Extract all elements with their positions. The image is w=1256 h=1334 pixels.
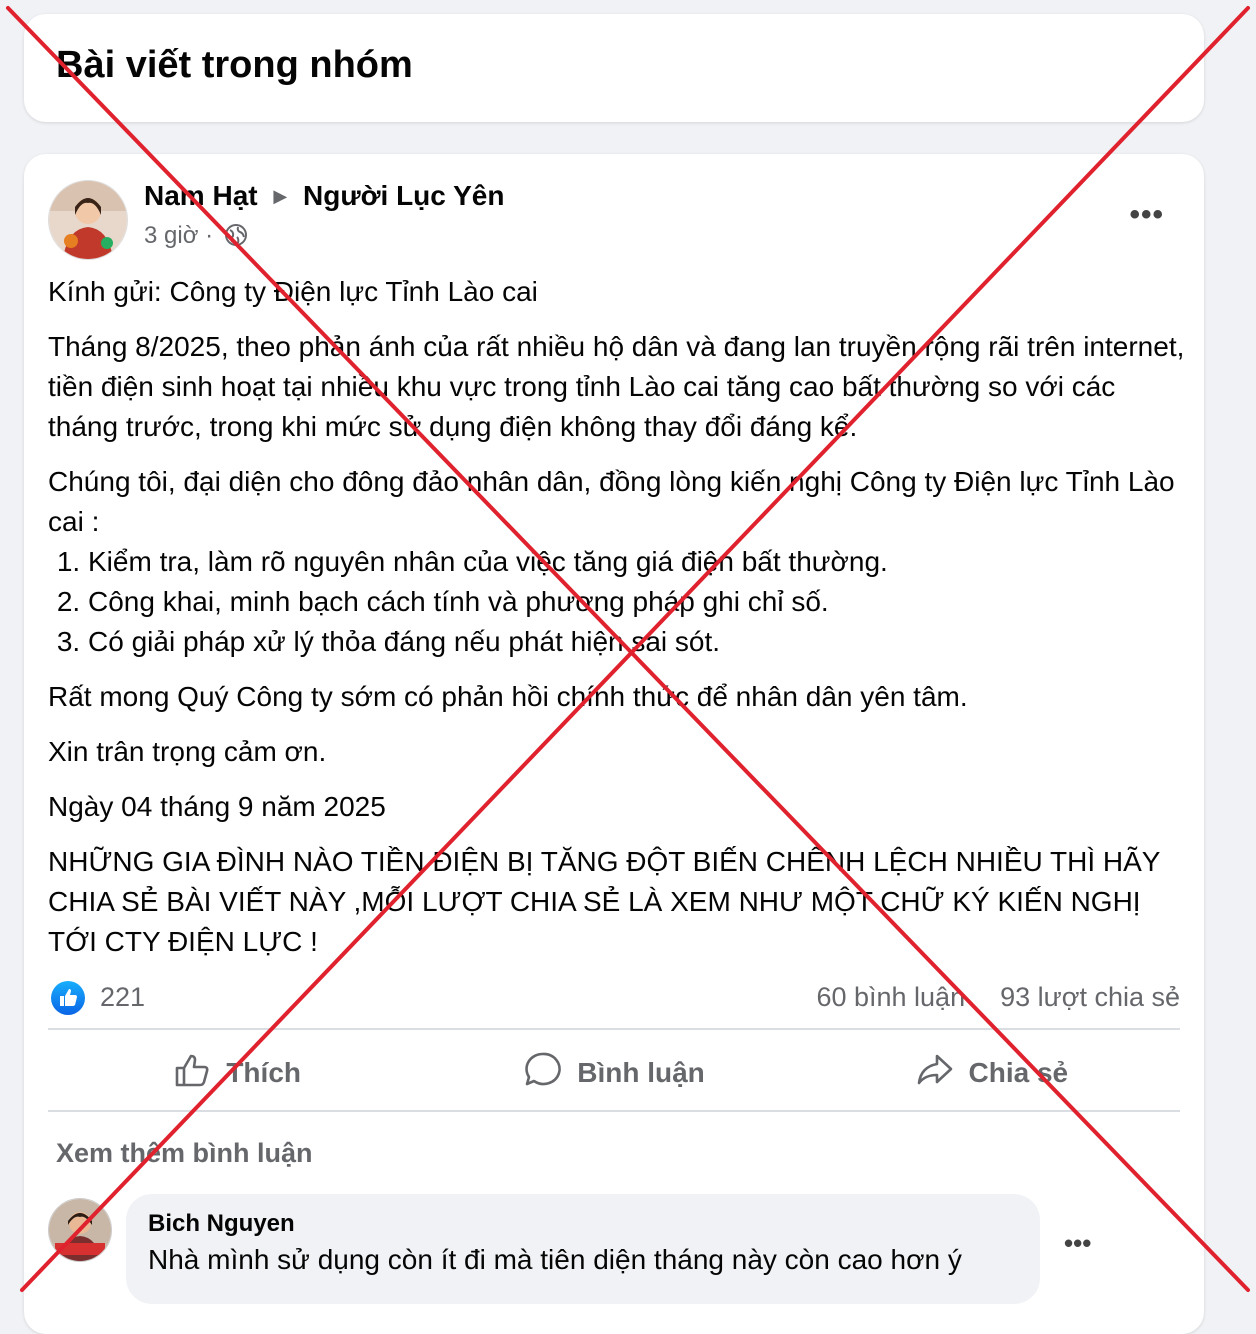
commenter-avatar[interactable]: [48, 1198, 112, 1262]
post-paragraph-1: Tháng 8/2025, theo phản ánh của rất nhiề…: [48, 331, 1185, 442]
post-card: Nam Hạt ▶ Người Lục Yên 3 giờ · ••• Kính…: [24, 154, 1204, 1334]
share-count[interactable]: 93 lượt chia sẻ: [1000, 982, 1180, 1012]
share-arrow-icon: [915, 1050, 955, 1097]
list-item: Kiểm tra, làm rõ nguyên nhân của việc tă…: [88, 542, 1188, 582]
globe-icon: [224, 223, 248, 254]
list-item: Công khai, minh bạch cách tính và phương…: [88, 582, 1188, 622]
comment-more-button[interactable]: •••: [1064, 1228, 1091, 1259]
like-count[interactable]: 221: [100, 982, 145, 1013]
post-paragraph-3: Rất mong Quý Công ty sớm có phản hồi chí…: [48, 681, 968, 712]
commenter-name[interactable]: Bich Nguyen: [148, 1210, 295, 1238]
like-label: Thích: [226, 1057, 301, 1088]
author-avatar[interactable]: [48, 180, 128, 260]
thumbs-up-icon: [172, 1050, 212, 1097]
post-greeting: Kính gửi: Công ty Điện lực Tỉnh Lào cai: [48, 276, 538, 307]
post-time[interactable]: 3 giờ: [144, 222, 198, 249]
divider: [48, 1110, 1180, 1112]
see-more-comments-link[interactable]: Xem thêm bình luận: [56, 1138, 313, 1169]
comment-count[interactable]: 60 bình luận: [816, 982, 965, 1012]
group-name[interactable]: Người Lục Yên: [303, 180, 504, 211]
action-bar: Thích Bình luận Chia sẻ: [48, 1032, 1180, 1114]
share-button[interactable]: Chia sẻ: [803, 1032, 1180, 1114]
post-body: Kính gửi: Công ty Điện lực Tỉnh Lào cai …: [48, 272, 1188, 977]
post-more-button[interactable]: •••: [1129, 198, 1164, 232]
comment-button[interactable]: Bình luận: [425, 1032, 802, 1114]
comment-text: Nhà mình sử dụng còn ít đi mà tiên diện …: [148, 1244, 962, 1275]
like-button[interactable]: Thích: [48, 1032, 425, 1114]
comment-bubble: Bich Nguyen Nhà mình sử dụng còn ít đi m…: [126, 1194, 1040, 1304]
header-card: Bài viết trong nhóm: [24, 14, 1204, 122]
post-date: Ngày 04 tháng 9 năm 2025: [48, 791, 386, 822]
meta-separator: ·: [205, 222, 214, 249]
list-item: Có giải pháp xử lý thỏa đáng nếu phát hi…: [88, 622, 1188, 662]
post-paragraph-4: Xin trân trọng cảm ơn.: [48, 736, 327, 767]
post-meta: 3 giờ ·: [144, 222, 248, 254]
comment-bubble-icon: [523, 1050, 563, 1097]
author-name[interactable]: Nam Hạt: [144, 180, 258, 211]
share-label: Chia sẻ: [968, 1057, 1069, 1088]
post-paragraph-2: Chúng tôi, đại diện cho đông đảo nhân dâ…: [48, 466, 1175, 537]
comment-label: Bình luận: [577, 1057, 705, 1088]
divider: [48, 1028, 1180, 1030]
like-reaction-icon[interactable]: [50, 980, 86, 1016]
request-list: Kiểm tra, làm rõ nguyên nhân của việc tă…: [48, 542, 1188, 662]
post-stats: 221 60 bình luận 93 lượt chia sẻ: [48, 978, 1180, 1018]
caret-right-icon: ▶: [273, 186, 288, 206]
stats-right: 60 bình luận 93 lượt chia sẻ: [816, 982, 1180, 1013]
author-line: Nam Hạt ▶ Người Lục Yên: [144, 180, 504, 212]
post-paragraph-5: NHỮNG GIA ĐÌNH NÀO TIỀN ĐIỆN BỊ TĂNG ĐỘT…: [48, 846, 1160, 957]
page-title: Bài viết trong nhóm: [56, 44, 413, 86]
